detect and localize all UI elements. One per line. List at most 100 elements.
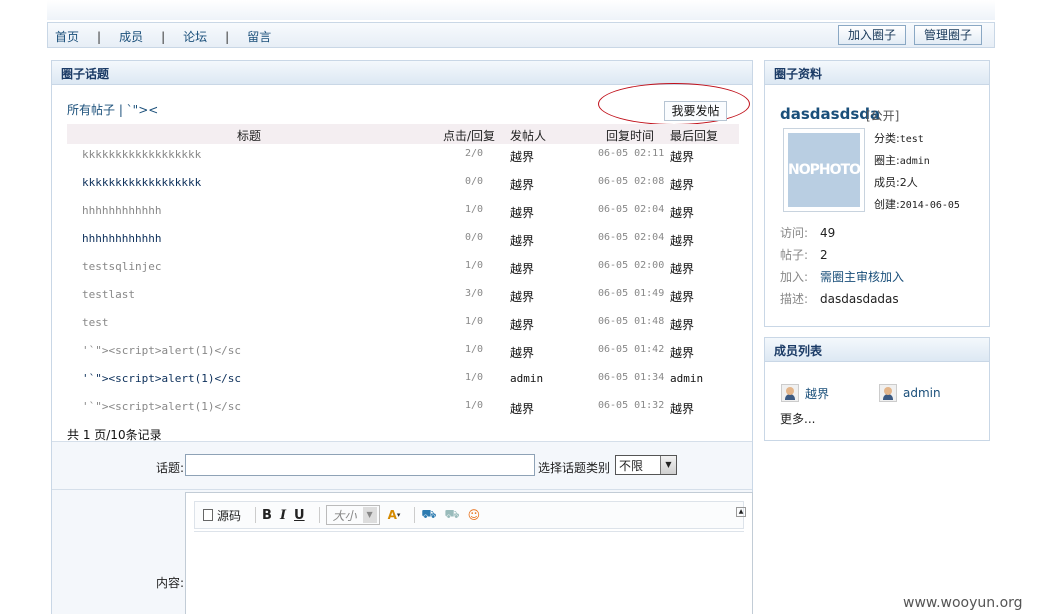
- last-reply-link[interactable]: 越界: [670, 344, 694, 361]
- topic-filter[interactable]: 所有帖子 | `"><: [67, 101, 158, 118]
- topic-title-link[interactable]: test: [82, 316, 109, 329]
- new-post-button[interactable]: 我要发帖: [664, 101, 727, 121]
- topic-title-link[interactable]: kkkkkkkkkkkkkkkkkk: [82, 176, 201, 189]
- topic-title-link[interactable]: hhhhhhhhhhhh: [82, 204, 161, 217]
- reply-time: 06-05 01:48: [598, 316, 665, 327]
- content-textarea[interactable]: [194, 531, 744, 614]
- last-reply-link[interactable]: 越界: [670, 288, 694, 305]
- topic-title-link[interactable]: '`"><script>alert(1)</sc: [82, 372, 241, 385]
- content-label: 内容:: [156, 576, 185, 590]
- category-label: 选择话题类别: [538, 461, 611, 475]
- smiley-icon[interactable]: ☺: [468, 508, 481, 522]
- topic-title-link[interactable]: kkkkkkkkkkkkkkkkkk: [82, 148, 201, 161]
- topic-title-link[interactable]: testsqlinjec: [82, 260, 161, 273]
- avatar: [781, 384, 799, 402]
- last-reply-link[interactable]: 越界: [670, 232, 694, 249]
- view-reply-count: 1/0: [465, 344, 484, 355]
- top-strip: [47, 0, 995, 20]
- last-reply-link[interactable]: 越界: [670, 148, 694, 165]
- reply-time: 06-05 02:04: [598, 204, 665, 215]
- reply-time: 06-05 01:42: [598, 344, 665, 355]
- last-reply-link[interactable]: 越界: [670, 316, 694, 333]
- posts-row: 帖子: 2: [780, 248, 828, 262]
- visits-row: 访问: 49: [780, 226, 836, 240]
- source-label: 源码: [217, 508, 242, 523]
- last-reply-link[interactable]: 越界: [670, 176, 694, 193]
- topics-heading: 圈子话题: [52, 61, 752, 85]
- last-reply-link[interactable]: 越界: [670, 260, 694, 277]
- source-button[interactable]: 源码: [203, 507, 241, 524]
- author-link[interactable]: 越界: [510, 344, 534, 361]
- author-link[interactable]: 越界: [510, 260, 534, 277]
- col-author: 发帖人: [510, 129, 547, 143]
- topic-input[interactable]: [185, 454, 535, 476]
- view-reply-count: 0/0: [465, 232, 484, 243]
- col-count: 点击/回复: [443, 129, 496, 143]
- topic-row: 话题: 选择话题类别 不限 ▼: [52, 442, 752, 490]
- nav-home[interactable]: 首页: [55, 28, 79, 45]
- author-link[interactable]: admin: [510, 372, 543, 385]
- view-reply-count: 1/0: [465, 316, 484, 327]
- font-size-label: 大小: [332, 508, 357, 523]
- table-row: testsqlinjec 1/0 越界 06-05 02:00 越界: [67, 257, 739, 285]
- toolbar-divider: [255, 507, 257, 523]
- font-size-select[interactable]: 大小 ▼: [325, 505, 380, 525]
- nav-guestbook[interactable]: 留言: [247, 28, 271, 45]
- reply-time: 06-05 01:34: [598, 372, 665, 383]
- col-time: 回复时间: [606, 129, 655, 143]
- collapse-icon[interactable]: ▲: [736, 507, 746, 517]
- last-reply-link[interactable]: admin: [670, 372, 703, 385]
- join-group-button[interactable]: 加入圈子: [837, 25, 906, 45]
- view-reply-count: 2/0: [465, 148, 484, 159]
- italic-button[interactable]: I: [280, 508, 286, 523]
- join-link[interactable]: 需圈主审核加入: [820, 270, 904, 284]
- author-link[interactable]: 越界: [510, 232, 534, 249]
- document-icon: [203, 509, 213, 521]
- group-photo: NOPHOTO: [783, 128, 865, 212]
- author-link[interactable]: 越界: [510, 316, 534, 333]
- photo-placeholder: NOPHOTO: [788, 133, 861, 207]
- topic-title-link[interactable]: hhhhhhhhhhhh: [82, 232, 161, 245]
- table-row: hhhhhhhhhhhh 0/0 越界 06-05 02:04 越界: [67, 229, 739, 257]
- reply-time: 06-05 02:00: [598, 260, 665, 271]
- category-select[interactable]: 不限 ▼: [615, 455, 677, 475]
- unlink-icon[interactable]: ⛟: [445, 507, 460, 523]
- member-item[interactable]: 越界: [781, 384, 829, 402]
- author-link[interactable]: 越界: [510, 288, 534, 305]
- member-item[interactable]: admin: [879, 384, 941, 402]
- text-color-button[interactable]: A ▾: [388, 508, 401, 522]
- underline-button[interactable]: U: [294, 508, 305, 523]
- reply-time: 06-05 01:32: [598, 400, 665, 411]
- table-row: test 1/0 越界 06-05 01:48 越界: [67, 313, 739, 341]
- link-icon[interactable]: ⛟: [421, 507, 436, 523]
- editor-toolbar: 源码 B I U 大小 ▼ A ▾ ⛟ ⛟ ☺: [194, 501, 744, 529]
- last-reply-link[interactable]: 越界: [670, 400, 694, 417]
- bold-button[interactable]: B: [262, 508, 272, 523]
- category-value: 不限: [619, 459, 644, 473]
- view-reply-count: 1/0: [465, 400, 484, 411]
- topic-title-link[interactable]: testlast: [82, 288, 135, 301]
- nav-forum[interactable]: 论坛: [183, 28, 207, 45]
- reply-time: 06-05 02:04: [598, 232, 665, 243]
- nav-members[interactable]: 成员: [119, 28, 143, 45]
- author-link[interactable]: 越界: [510, 400, 534, 417]
- view-reply-count: 1/0: [465, 260, 484, 271]
- info-members: 成员:2人: [874, 176, 918, 189]
- view-reply-count: 3/0: [465, 288, 484, 299]
- table-row: '`"><script>alert(1)</sc 1/0 admin 06-05 01…: [67, 369, 739, 397]
- author-link[interactable]: 越界: [510, 176, 534, 193]
- last-reply-link[interactable]: 越界: [670, 204, 694, 221]
- table-row: kkkkkkkkkkkkkkkkkk 2/0 越界 06-05 02:11 越界: [67, 145, 739, 173]
- toolbar-divider: [318, 507, 320, 523]
- author-link[interactable]: 越界: [510, 148, 534, 165]
- topic-title-link[interactable]: '`"><script>alert(1)</sc: [82, 400, 241, 413]
- members-panel: 成员列表 越界 admin 更多...: [764, 337, 990, 441]
- more-members-link[interactable]: 更多...: [780, 410, 815, 427]
- topic-title-link[interactable]: '`"><script>alert(1)</sc: [82, 344, 241, 357]
- author-link[interactable]: 越界: [510, 204, 534, 221]
- nav-links: 首页 | 成员 | 论坛 | 留言: [55, 28, 271, 45]
- table-row: '`"><script>alert(1)</sc 1/0 越界 06-05 01:42…: [67, 341, 739, 369]
- chevron-down-icon: ▼: [660, 456, 676, 474]
- manage-group-button[interactable]: 管理圈子: [913, 25, 982, 45]
- view-reply-count: 1/0: [465, 372, 484, 383]
